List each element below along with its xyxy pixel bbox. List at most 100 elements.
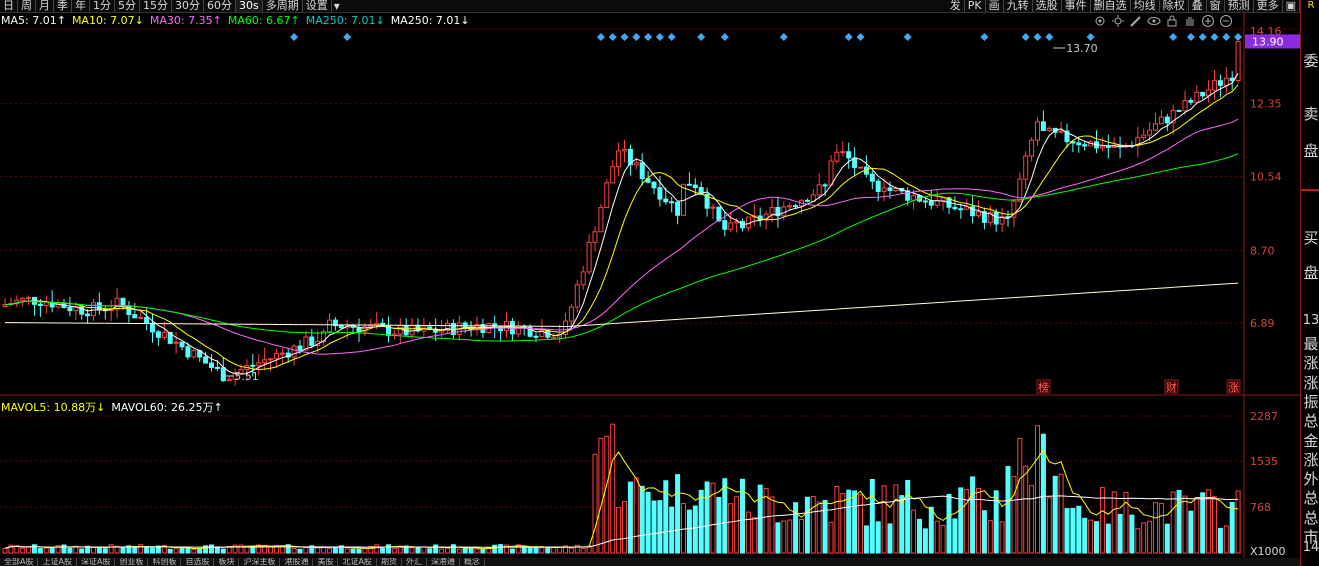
candle-body bbox=[132, 314, 138, 319]
candle-body bbox=[586, 241, 592, 273]
volume-bar bbox=[1141, 522, 1147, 554]
volume-bar bbox=[1082, 517, 1088, 554]
market-tab-13[interactable]: 深港通 bbox=[427, 558, 460, 566]
volume-bar bbox=[799, 519, 804, 554]
volume-bar bbox=[1176, 489, 1182, 554]
market-tab-7[interactable]: 沪深主板 bbox=[239, 558, 281, 566]
candle-body bbox=[1147, 129, 1153, 136]
market-tab-2[interactable]: 深证A股 bbox=[77, 558, 116, 566]
right-label-1: 卖 bbox=[1303, 105, 1319, 123]
volume-bar bbox=[763, 488, 769, 554]
volume-bar bbox=[197, 548, 203, 554]
price-tick-label: 10.54 bbox=[1250, 170, 1282, 183]
candle-body bbox=[940, 197, 946, 202]
ma250-line bbox=[4, 282, 1239, 328]
candle-body bbox=[1076, 142, 1082, 146]
candle-body bbox=[745, 216, 751, 229]
kline-chart[interactable]: 14.1612.3510.548.706.8922871535768X10001… bbox=[0, 0, 1300, 558]
market-tab-6[interactable]: 板块 bbox=[214, 558, 240, 566]
volume-bar bbox=[580, 547, 586, 554]
market-tab-12[interactable]: 外汇 bbox=[402, 558, 427, 566]
candle-body bbox=[551, 336, 557, 339]
candle-body bbox=[1200, 91, 1206, 97]
bid-ask-divider bbox=[1301, 189, 1319, 191]
volume-bar bbox=[704, 481, 710, 554]
volume-bar bbox=[852, 490, 858, 554]
candle-body bbox=[781, 206, 787, 217]
volume-bar bbox=[344, 548, 350, 554]
candle-body bbox=[716, 206, 722, 222]
signal-diamond-icon bbox=[1234, 33, 1243, 41]
market-tab-8[interactable]: 港股通 bbox=[280, 558, 314, 566]
signal-diamond-icon bbox=[644, 33, 653, 41]
volume-bar bbox=[144, 546, 150, 554]
right-stat-label-4: 总 bbox=[1303, 412, 1319, 431]
candle-body bbox=[887, 187, 893, 191]
candle-body bbox=[256, 362, 262, 367]
signal-diamond-icon bbox=[632, 33, 641, 41]
candle-body bbox=[728, 222, 734, 230]
volume-bar bbox=[757, 484, 763, 554]
volume-bar bbox=[734, 496, 740, 554]
candle-body bbox=[793, 205, 799, 208]
volume-bar bbox=[1235, 490, 1241, 554]
market-tab-10[interactable]: 北证A股 bbox=[338, 558, 377, 566]
volume-bar bbox=[179, 546, 185, 554]
candle-body bbox=[976, 211, 981, 217]
volume-bar bbox=[327, 548, 332, 554]
volume-bar bbox=[899, 495, 905, 554]
candle-body bbox=[26, 296, 32, 299]
candle-body bbox=[592, 231, 598, 243]
volume-bar bbox=[810, 496, 816, 554]
candle-body bbox=[1029, 139, 1035, 157]
candle-body bbox=[928, 200, 934, 206]
candle-body bbox=[1176, 109, 1182, 112]
volume-bar bbox=[43, 547, 49, 554]
market-tab-0[interactable]: 全部A股 bbox=[0, 558, 39, 566]
volume-bar bbox=[138, 544, 144, 554]
candle-body bbox=[144, 316, 150, 324]
candle-body bbox=[1182, 99, 1188, 112]
volume-bar bbox=[321, 546, 327, 554]
volume-bar bbox=[132, 547, 138, 554]
volume-bar bbox=[421, 546, 427, 554]
right-label-4: 盘 bbox=[1303, 264, 1319, 282]
volume-bar bbox=[415, 547, 421, 554]
signal-diamond-icon bbox=[779, 33, 788, 41]
volume-bar bbox=[928, 506, 934, 554]
volume-bar bbox=[374, 544, 380, 554]
market-tab-14[interactable]: 概念 bbox=[460, 558, 485, 566]
volume-bar bbox=[568, 547, 574, 554]
market-tab-1[interactable]: 上证A股 bbox=[38, 558, 77, 566]
volume-tick-label: 2287 bbox=[1250, 410, 1278, 423]
market-tab-11[interactable]: 期货 bbox=[377, 558, 402, 566]
volume-bar bbox=[2, 547, 8, 554]
volume-bar bbox=[1046, 497, 1052, 554]
volume-bar bbox=[185, 547, 191, 554]
volume-bar bbox=[598, 437, 604, 554]
candle-body bbox=[1194, 91, 1200, 103]
market-tab-4[interactable]: 科创板 bbox=[148, 558, 182, 566]
high-price-label: 13.70 bbox=[1066, 42, 1098, 55]
volume-bar bbox=[869, 478, 875, 554]
candle-body bbox=[250, 364, 256, 367]
price-tick-label: 6.89 bbox=[1250, 317, 1275, 330]
market-tab-3[interactable]: 创业板 bbox=[115, 558, 149, 566]
signal-diamond-icon bbox=[980, 33, 989, 41]
signal-diamond-icon bbox=[856, 33, 865, 41]
market-tab-9[interactable]: 美股 bbox=[313, 558, 339, 566]
volume-bar bbox=[1105, 523, 1111, 554]
market-tab-5[interactable]: 自选股 bbox=[181, 558, 215, 566]
volume-bar bbox=[681, 502, 686, 554]
candle-body bbox=[67, 307, 73, 312]
candle-body bbox=[958, 208, 964, 211]
volume-bar bbox=[79, 548, 85, 554]
volume-bar bbox=[610, 423, 616, 554]
volume-bar bbox=[981, 510, 987, 554]
candle-body bbox=[580, 271, 586, 286]
signal-diamond-icon bbox=[1186, 33, 1195, 41]
candle-body bbox=[114, 297, 120, 310]
event-marker-label: 涨 bbox=[1228, 381, 1239, 394]
candle-body bbox=[816, 184, 822, 196]
candle-body bbox=[1058, 130, 1064, 133]
